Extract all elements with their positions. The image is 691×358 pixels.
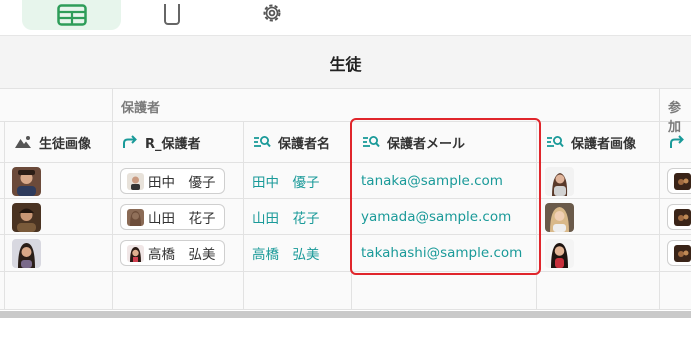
avatar: [545, 238, 574, 268]
guardian-email-cell[interactable]: takahashi@sample.com: [361, 235, 522, 271]
guardian-image-cell[interactable]: [545, 163, 574, 199]
lookup-icon: [363, 136, 380, 148]
column-header-student-image[interactable]: 生徒画像: [14, 122, 91, 162]
avatar: [127, 208, 144, 226]
column-header-label: 保護者画像: [571, 136, 637, 152]
empty-new-row[interactable]: [5, 272, 659, 308]
guardian-name-cell[interactable]: 山田 花子: [252, 199, 320, 235]
table-icon: [56, 4, 87, 26]
lookup-icon: [254, 136, 271, 148]
thumbnail-icon: [674, 173, 691, 190]
guardian-image-cell[interactable]: [545, 199, 574, 235]
student-image-cell[interactable]: [12, 235, 41, 271]
grid-line: [659, 88, 660, 310]
grid-line: [0, 234, 691, 235]
data-grid: 保護者 参加 生徒画像 R_保護者 保護者名 保護者メール 保護者画像 田中 優…: [0, 88, 691, 310]
avatar: [127, 244, 144, 262]
student-image-cell[interactable]: [12, 199, 41, 235]
view-title-bar: 生徒: [0, 36, 691, 88]
column-header-guardian-email[interactable]: 保護者メール: [362, 122, 465, 162]
column-header-guardian-image[interactable]: 保護者画像: [546, 122, 636, 162]
student-image-cell[interactable]: [12, 163, 41, 199]
guardian-ref-name: 田中 優子: [148, 175, 216, 191]
avatar: [12, 202, 41, 232]
ref-arrow-icon: [670, 135, 684, 148]
avatar: [127, 172, 144, 190]
guardian-email-cell[interactable]: tanaka@sample.com: [361, 163, 503, 199]
column-header-label: 保護者名: [278, 136, 331, 152]
column-header-participation-ref[interactable]: [669, 122, 691, 162]
guardian-ref-cell[interactable]: 田中 優子: [120, 163, 225, 199]
tab-settings[interactable]: [250, 0, 294, 30]
guardian-ref-cell[interactable]: 高橋 弘美: [120, 235, 225, 271]
avatar: [545, 202, 574, 232]
participation-ref-chip[interactable]: [667, 204, 691, 230]
avatar: [12, 166, 41, 196]
guardian-ref-chip[interactable]: 高橋 弘美: [120, 240, 225, 266]
thumbnail-icon: [674, 245, 691, 262]
guardian-name-cell[interactable]: 田中 優子: [252, 163, 320, 199]
guardian-ref-cell[interactable]: 山田 花子: [120, 199, 225, 235]
participation-ref-chip[interactable]: [667, 168, 691, 194]
column-header-label: 保護者メール: [387, 136, 466, 152]
grid-line: [0, 162, 691, 163]
column-header-guardian-name[interactable]: 保護者名: [253, 122, 330, 162]
guardian-name-cell[interactable]: 高橋 弘美: [252, 235, 320, 271]
guardian-email-cell[interactable]: yamada@sample.com: [361, 199, 511, 235]
horizontal-scrollbar[interactable]: [0, 311, 691, 318]
column-header-label: R_保護者: [145, 136, 201, 152]
group-header-guardian: 保護者: [121, 101, 161, 116]
tab-table-view[interactable]: [22, 0, 121, 30]
lookup-icon: [547, 136, 564, 148]
grid-line: [0, 88, 691, 89]
guardian-ref-name: 山田 花子: [148, 211, 216, 227]
ref-arrow-icon: [123, 135, 137, 148]
gear-icon: [263, 4, 281, 22]
grid-line: [0, 198, 691, 199]
avatar: [12, 238, 41, 268]
guardian-ref-chip[interactable]: 田中 優子: [120, 168, 225, 194]
guardian-image-cell[interactable]: [545, 235, 574, 271]
guardian-ref-name: 高橋 弘美: [148, 247, 216, 263]
grid-line: [0, 309, 691, 310]
bottom-area: [0, 318, 691, 358]
phone-icon: [164, 4, 180, 25]
tab-mobile-view[interactable]: [150, 0, 194, 30]
thumbnail-icon: [674, 209, 691, 226]
column-header-label: 生徒画像: [39, 136, 92, 152]
top-toolbar: [0, 0, 691, 36]
column-header-guardian-ref[interactable]: R_保護者: [122, 122, 201, 162]
guardian-ref-chip[interactable]: 山田 花子: [120, 204, 225, 230]
participation-ref-chip[interactable]: [667, 240, 691, 266]
view-title: 生徒: [329, 55, 362, 74]
avatar: [545, 166, 574, 196]
image-icon: [15, 136, 31, 148]
